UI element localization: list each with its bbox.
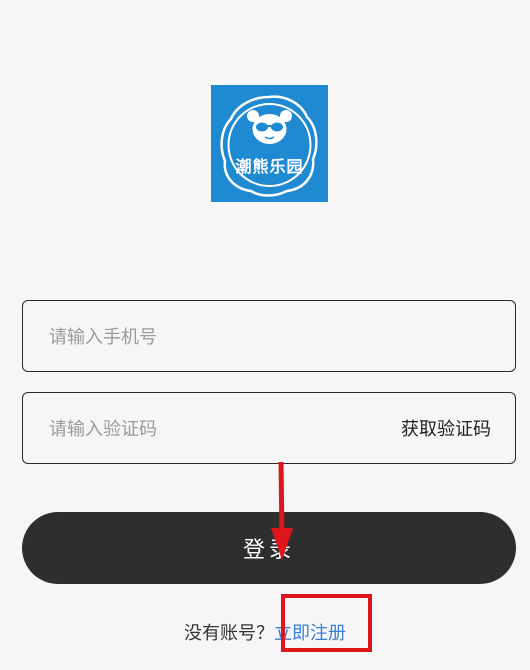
verification-code-field[interactable]: 获取验证码	[22, 392, 516, 465]
phone-field[interactable]	[22, 300, 516, 373]
logo-text: 潮熊乐园	[235, 157, 304, 176]
phone-input[interactable]	[47, 301, 381, 373]
verification-code-input[interactable]	[47, 393, 381, 465]
register-link[interactable]: 立即注册	[274, 623, 346, 644]
get-code-button[interactable]: 获取验证码	[401, 393, 491, 463]
login-button[interactable]: 登录	[22, 512, 516, 584]
app-logo: 潮熊乐园	[211, 85, 328, 202]
register-row: 没有账号？立即注册	[0, 619, 530, 645]
panda-with-sunglasses-icon	[220, 95, 318, 197]
no-account-text: 没有账号？	[184, 623, 274, 644]
